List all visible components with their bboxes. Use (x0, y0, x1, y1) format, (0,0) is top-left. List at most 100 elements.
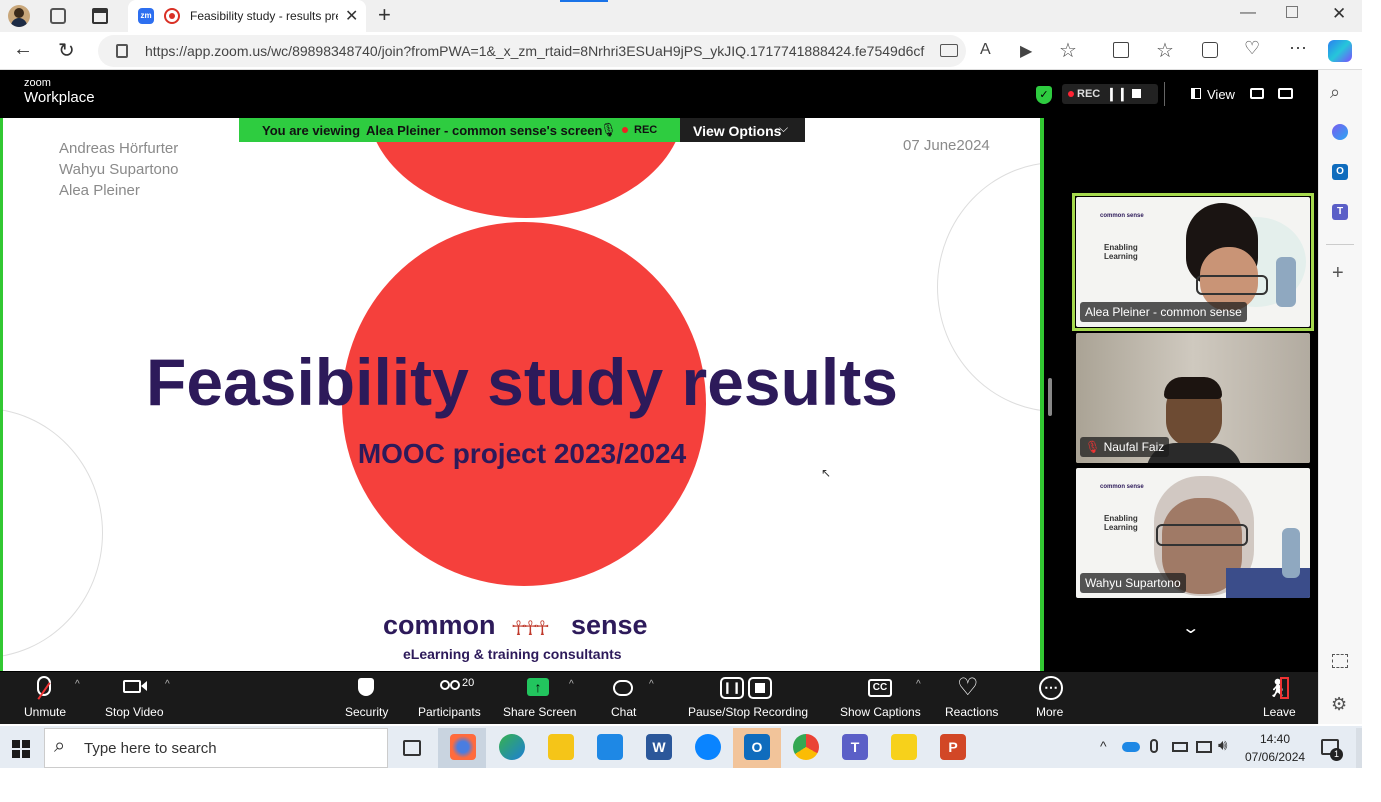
search-icon[interactable]: ⌕ (1330, 82, 1340, 103)
tray-network-icon[interactable] (1196, 741, 1212, 753)
profile-avatar[interactable] (8, 5, 30, 27)
taskbar-word-icon[interactable]: W (646, 734, 672, 760)
chat-options-chevron-icon[interactable]: ^ (649, 679, 654, 690)
close-tab-icon[interactable]: ✕ (345, 6, 358, 26)
camera-permission-icon[interactable] (940, 44, 958, 57)
view-options-label[interactable]: View Options (693, 123, 781, 139)
thumb-slide-title-1: Enabling Learning (1104, 243, 1138, 261)
copilot-icon[interactable] (1328, 40, 1352, 62)
view-button[interactable]: View (1207, 87, 1235, 102)
taskbar-sticky-notes-icon[interactable] (891, 734, 917, 760)
clock-time[interactable]: 14:40 (1260, 732, 1290, 746)
taskbar-chrome-icon[interactable] (793, 734, 819, 760)
taskbar-powerpoint-icon[interactable]: P (940, 734, 966, 760)
tray-battery-icon[interactable] (1172, 742, 1188, 752)
stop-video-button[interactable]: Stop Video (105, 705, 164, 719)
show-captions-button[interactable]: Show Captions (840, 705, 921, 719)
browser-essentials-icon[interactable]: ♡ (1244, 38, 1260, 59)
reactions-heart-icon[interactable]: ♡ (957, 673, 979, 702)
drag-indicator (560, 0, 608, 2)
fullscreen-icon[interactable] (1278, 88, 1293, 99)
scroll-down-chevron-icon[interactable]: ⌄ (1181, 618, 1200, 638)
app-available-icon[interactable]: ▶ (1020, 41, 1032, 61)
task-view-icon[interactable] (403, 740, 421, 756)
chat-bubble-icon[interactable] (613, 680, 633, 696)
reactions-button[interactable]: Reactions (945, 705, 998, 719)
zoom-favicon-icon: zm (138, 8, 154, 24)
logo-word-common: common (383, 610, 496, 640)
closed-captions-icon[interactable]: CC (868, 679, 892, 697)
captions-options-chevron-icon[interactable]: ^ (916, 679, 921, 690)
tray-volume-icon[interactable]: 🔊︎ (1218, 737, 1227, 754)
taskbar-app-1-icon[interactable] (450, 734, 476, 760)
tab-actions-icon[interactable] (92, 8, 108, 24)
split-screen-icon[interactable] (1113, 42, 1129, 58)
encryption-shield-icon[interactable]: ✓ (1036, 86, 1052, 104)
pause-recording-icon[interactable]: ❙❙ (1106, 86, 1128, 102)
taskbar-file-explorer-icon[interactable] (548, 734, 574, 760)
chat-button[interactable]: Chat (611, 705, 636, 719)
pause-recording-icon-toolbar[interactable]: ❙❙ (720, 677, 744, 699)
workspaces-icon[interactable] (50, 8, 66, 24)
stop-recording-icon-toolbar[interactable] (748, 677, 772, 699)
favorite-star-icon[interactable]: ☆ (1059, 38, 1077, 63)
more-button[interactable]: More (1036, 705, 1063, 719)
clock-date[interactable]: 07/06/2024 (1245, 750, 1305, 764)
back-icon[interactable]: ← (13, 38, 33, 61)
settings-more-icon[interactable]: ⋯ (1289, 38, 1307, 59)
favorites-icon[interactable]: ☆ (1156, 38, 1174, 63)
taskbar-app-safari-icon[interactable] (695, 734, 721, 760)
taskbar-edge-icon[interactable] (499, 734, 525, 760)
mic-muted-icon[interactable] (37, 676, 51, 696)
tray-microphone-icon[interactable] (1150, 739, 1158, 753)
video-camera-lens (141, 681, 147, 691)
sidebar-settings-gear-icon[interactable]: ⚙ (1331, 694, 1347, 715)
tray-chevron-up-icon[interactable]: ^ (1100, 738, 1107, 754)
security-button[interactable]: Security (345, 705, 388, 719)
share-options-chevron-icon[interactable]: ^ (569, 679, 574, 690)
show-desktop-strip[interactable] (1356, 728, 1362, 768)
thumb-slide-title-3: Enabling Learning (1104, 514, 1138, 532)
share-screen-button[interactable]: Share Screen (503, 705, 576, 719)
minimize-window-icon[interactable]: — (1240, 4, 1256, 22)
panel-resize-handle[interactable] (1048, 378, 1052, 416)
onedrive-icon[interactable] (1122, 742, 1140, 752)
chevron-down-icon[interactable]: ⌵ (779, 121, 788, 136)
taskbar-mail-icon[interactable] (597, 734, 623, 760)
video-options-chevron-icon[interactable]: ^ (165, 679, 170, 690)
outlook-sidebar-icon[interactable]: O (1332, 164, 1348, 180)
add-sidebar-icon[interactable]: + (1332, 262, 1344, 285)
share-screen-arrow-icon[interactable]: ↑ (527, 678, 549, 696)
close-window-icon[interactable]: ✕ (1332, 4, 1346, 24)
view-icon[interactable] (1191, 88, 1201, 99)
pause-stop-recording-button[interactable]: Pause/Stop Recording (688, 705, 808, 719)
restore-window-icon[interactable] (1286, 6, 1298, 18)
banner-rec-label: REC (634, 124, 658, 136)
video-camera-icon[interactable] (123, 680, 141, 693)
stop-recording-icon[interactable] (1132, 89, 1141, 98)
leave-door-icon (1280, 677, 1289, 699)
screenshot-icon[interactable] (1332, 654, 1348, 668)
picture-in-picture-icon[interactable] (1250, 88, 1264, 99)
unmute-button[interactable]: Unmute (24, 705, 66, 719)
taskbar-outlook-icon[interactable]: O (744, 734, 770, 760)
participants-button[interactable]: Participants (418, 705, 481, 719)
participants-icon[interactable] (440, 680, 450, 690)
read-aloud-icon[interactable]: A (980, 41, 991, 59)
teams-sidebar-icon[interactable]: T (1332, 204, 1348, 220)
leave-button[interactable]: Leave (1263, 705, 1296, 719)
refresh-icon[interactable]: ↻ (58, 38, 75, 63)
url-text[interactable]: https://app.zoom.us/wc/89898348740/join?… (145, 43, 925, 59)
collections-icon[interactable] (1202, 42, 1218, 58)
taskbar-teams-icon[interactable]: T (842, 734, 868, 760)
lock-icon[interactable] (116, 44, 128, 58)
logo-word-sense: sense (571, 610, 648, 640)
security-shield-icon[interactable] (358, 678, 374, 696)
unmute-options-chevron-icon[interactable]: ^ (75, 679, 80, 690)
windows-start-icon[interactable] (12, 740, 30, 758)
taskbar-search-placeholder[interactable]: Type here to search (84, 740, 217, 757)
share-border-right (1040, 118, 1044, 671)
more-ellipsis-icon[interactable]: ⋯ (1039, 676, 1063, 700)
new-tab-icon[interactable]: + (378, 2, 391, 28)
copilot-sidebar-icon[interactable] (1332, 124, 1348, 140)
